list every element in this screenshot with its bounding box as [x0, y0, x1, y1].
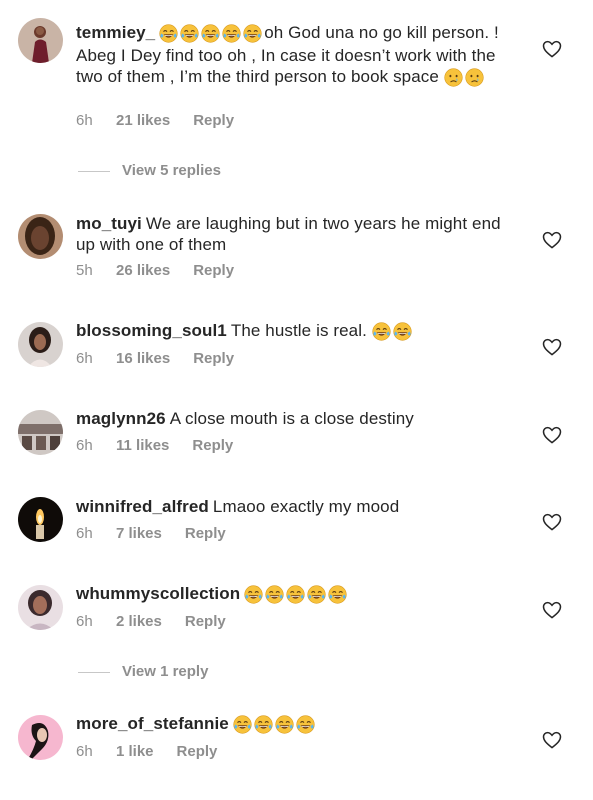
face-with-tears-of-joy-emoji — [244, 585, 263, 604]
comment-time: 6h — [76, 613, 93, 630]
face-with-tears-of-joy-emoji — [159, 24, 178, 43]
comment-time: 6h — [76, 350, 93, 367]
comment-text: more_of_stefannie — [76, 713, 516, 736]
emoji-group — [372, 322, 414, 343]
face-with-tears-of-joy-emoji — [180, 24, 199, 43]
comment-meta: 6h 7 likes Reply — [76, 525, 226, 543]
view-replies-label: View 1 reply — [122, 663, 209, 680]
comment-username[interactable]: blossoming_soul1 — [76, 321, 227, 340]
face-with-tears-of-joy-emoji — [275, 715, 294, 734]
avatar[interactable] — [18, 585, 63, 630]
face-with-tears-of-joy-emoji — [243, 24, 262, 43]
comment-likes[interactable]: 11 likes — [116, 437, 169, 455]
avatar[interactable] — [18, 497, 63, 542]
reply-button[interactable]: Reply — [185, 613, 226, 631]
divider-line — [78, 671, 110, 673]
view-replies-button[interactable]: View 5 replies — [78, 162, 221, 180]
comment-text: whummyscollection — [76, 583, 516, 606]
face-with-tears-of-joy-emoji — [222, 24, 241, 43]
comment-meta: 6h 2 likes Reply — [76, 613, 226, 631]
comment-likes[interactable]: 16 likes — [116, 350, 170, 368]
face-with-tears-of-joy-emoji — [307, 585, 326, 604]
comment-likes[interactable]: 2 likes — [116, 613, 162, 631]
comment-message: A close mouth is a close destiny — [169, 409, 414, 428]
heart-outline-icon[interactable] — [542, 731, 562, 749]
face-with-tears-of-joy-emoji — [372, 322, 391, 341]
emoji-group — [233, 715, 317, 736]
comment-message: Lmaoo exactly my mood — [212, 497, 400, 516]
comment-message: The hustle is real. — [230, 321, 367, 340]
comment-text: mo_tuyi We are laughing but in two years … — [76, 213, 516, 255]
comment-meta: 5h 26 likes Reply — [76, 262, 234, 280]
crying-face-emoji — [465, 68, 484, 87]
comment-username[interactable]: mo_tuyi — [76, 214, 142, 233]
comment-meta: 6h 1 like Reply — [76, 743, 217, 761]
face-with-tears-of-joy-emoji — [286, 585, 305, 604]
view-replies-button[interactable]: View 1 reply — [78, 663, 208, 681]
heart-outline-icon[interactable] — [542, 338, 562, 356]
divider-line — [78, 170, 110, 172]
comment-username[interactable]: whummyscollection — [76, 584, 240, 603]
comment-text: maglynn26 A close mouth is a close destin… — [76, 408, 516, 429]
comment-time: 6h — [76, 743, 93, 760]
face-with-tears-of-joy-emoji — [233, 715, 252, 734]
emoji-group — [444, 68, 486, 89]
comment-username[interactable]: temmiey_ — [76, 23, 155, 42]
comment-likes[interactable]: 1 like — [116, 743, 154, 761]
comment-meta: 6h 21 likes Reply — [76, 112, 234, 130]
comment-username[interactable]: more_of_stefannie — [76, 714, 229, 733]
comment-meta: 6h 11 likes Reply — [76, 437, 233, 455]
reply-button[interactable]: Reply — [177, 743, 218, 761]
heart-outline-icon[interactable] — [542, 601, 562, 619]
view-replies-label: View 5 replies — [122, 162, 221, 179]
comment-likes[interactable]: 7 likes — [116, 525, 162, 543]
comment-text: blossoming_soul1 The hustle is real. — [76, 320, 516, 343]
crying-face-emoji — [444, 68, 463, 87]
comment-username[interactable]: winnifred_alfred — [76, 497, 209, 516]
reply-button[interactable]: Reply — [193, 112, 234, 130]
reply-button[interactable]: Reply — [193, 350, 234, 368]
reply-button[interactable]: Reply — [185, 525, 226, 543]
comment-likes[interactable]: 21 likes — [116, 112, 170, 130]
comment-likes[interactable]: 26 likes — [116, 262, 170, 280]
comment-time: 5h — [76, 262, 93, 279]
emoji-group — [244, 585, 349, 606]
face-with-tears-of-joy-emoji — [328, 585, 347, 604]
comment-time: 6h — [76, 112, 93, 129]
heart-outline-icon[interactable] — [542, 40, 562, 58]
reply-button[interactable]: Reply — [192, 437, 233, 455]
face-with-tears-of-joy-emoji — [393, 322, 412, 341]
heart-outline-icon[interactable] — [542, 231, 562, 249]
avatar[interactable] — [18, 214, 63, 259]
face-with-tears-of-joy-emoji — [254, 715, 273, 734]
heart-outline-icon[interactable] — [542, 513, 562, 531]
comment-username[interactable]: maglynn26 — [76, 409, 166, 428]
comment-text: winnifred_alfred Lmaoo exactly my mood — [76, 496, 516, 517]
avatar[interactable] — [18, 18, 63, 63]
comment-meta: 6h 16 likes Reply — [76, 350, 234, 368]
face-with-tears-of-joy-emoji — [201, 24, 220, 43]
face-with-tears-of-joy-emoji — [265, 585, 284, 604]
face-with-tears-of-joy-emoji — [296, 715, 315, 734]
comment-time: 6h — [76, 525, 93, 542]
comment-time: 6h — [76, 437, 93, 454]
emoji-group — [159, 24, 264, 45]
avatar[interactable] — [18, 322, 63, 367]
comment-text: temmiey_ oh God una no go kill person. ! … — [76, 22, 516, 89]
heart-outline-icon[interactable] — [542, 426, 562, 444]
reply-button[interactable]: Reply — [193, 262, 234, 280]
avatar[interactable] — [18, 715, 63, 760]
avatar[interactable] — [18, 410, 63, 455]
